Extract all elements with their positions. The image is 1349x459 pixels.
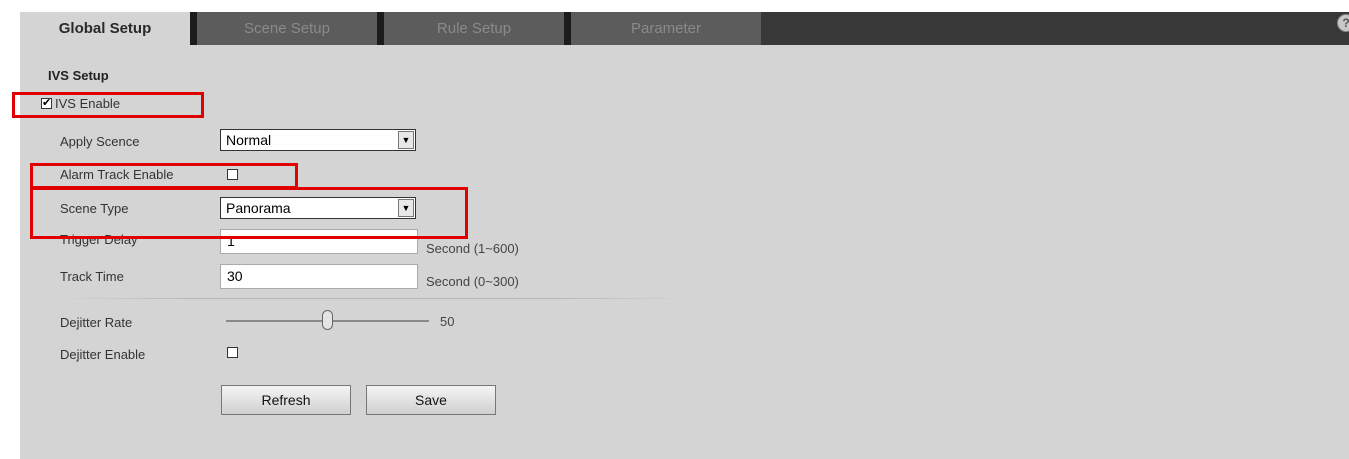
tab-parameter[interactable]: Parameter — [571, 12, 761, 45]
tab-bar: Global Setup Scene Setup Rule Setup Para… — [20, 12, 1349, 45]
track-time-unit: Second (0~300) — [426, 274, 519, 289]
dejitter-enable-checkbox[interactable] — [227, 347, 238, 358]
help-icon[interactable]: ? — [1337, 14, 1349, 32]
scene-type-label: Scene Type — [60, 201, 129, 216]
section-title: IVS Setup — [48, 68, 109, 83]
dejitter-rate-label: Dejitter Rate — [60, 315, 133, 330]
trigger-delay-unit: Second (1~600) — [426, 241, 519, 256]
dejitter-rate-value: 50 — [440, 314, 455, 329]
alarm-track-enable-label: Alarm Track Enable — [60, 167, 174, 182]
apply-scene-select[interactable]: Normal ▼ — [220, 129, 416, 151]
refresh-button[interactable]: Refresh — [221, 385, 351, 415]
apply-scene-label: Apply Scence — [60, 134, 140, 149]
track-time-input[interactable]: 30 — [220, 264, 418, 289]
tab-global-setup[interactable]: Global Setup — [20, 12, 190, 45]
dejitter-enable-label: Dejitter Enable — [60, 347, 146, 362]
trigger-delay-input[interactable]: 1 — [220, 229, 418, 254]
trigger-delay-label: Trigger Delay — [60, 232, 138, 247]
tab-rule-setup[interactable]: Rule Setup — [384, 12, 564, 45]
alarm-track-enable-checkbox[interactable] — [227, 169, 238, 180]
dejitter-rate-slider-handle[interactable] — [322, 310, 333, 330]
chevron-down-icon[interactable]: ▼ — [398, 131, 414, 149]
apply-scene-value: Normal — [226, 132, 272, 148]
ivs-enable-label: IVS Enable — [55, 96, 121, 111]
save-button[interactable]: Save — [366, 385, 496, 415]
ivs-setup-panel: Global Setup Scene Setup Rule Setup Para… — [20, 12, 1349, 459]
ivs-enable-checkbox[interactable]: ✔ — [41, 98, 52, 109]
tab-scene-setup[interactable]: Scene Setup — [197, 12, 377, 45]
tab-divider — [564, 12, 571, 45]
scene-type-value: Panorama — [226, 200, 291, 216]
divider — [60, 298, 690, 299]
tab-divider — [377, 12, 384, 45]
track-time-label: Track Time — [60, 269, 124, 284]
chevron-down-icon[interactable]: ▼ — [398, 199, 414, 217]
scene-type-select[interactable]: Panorama ▼ — [220, 197, 416, 219]
tab-divider — [190, 12, 197, 45]
